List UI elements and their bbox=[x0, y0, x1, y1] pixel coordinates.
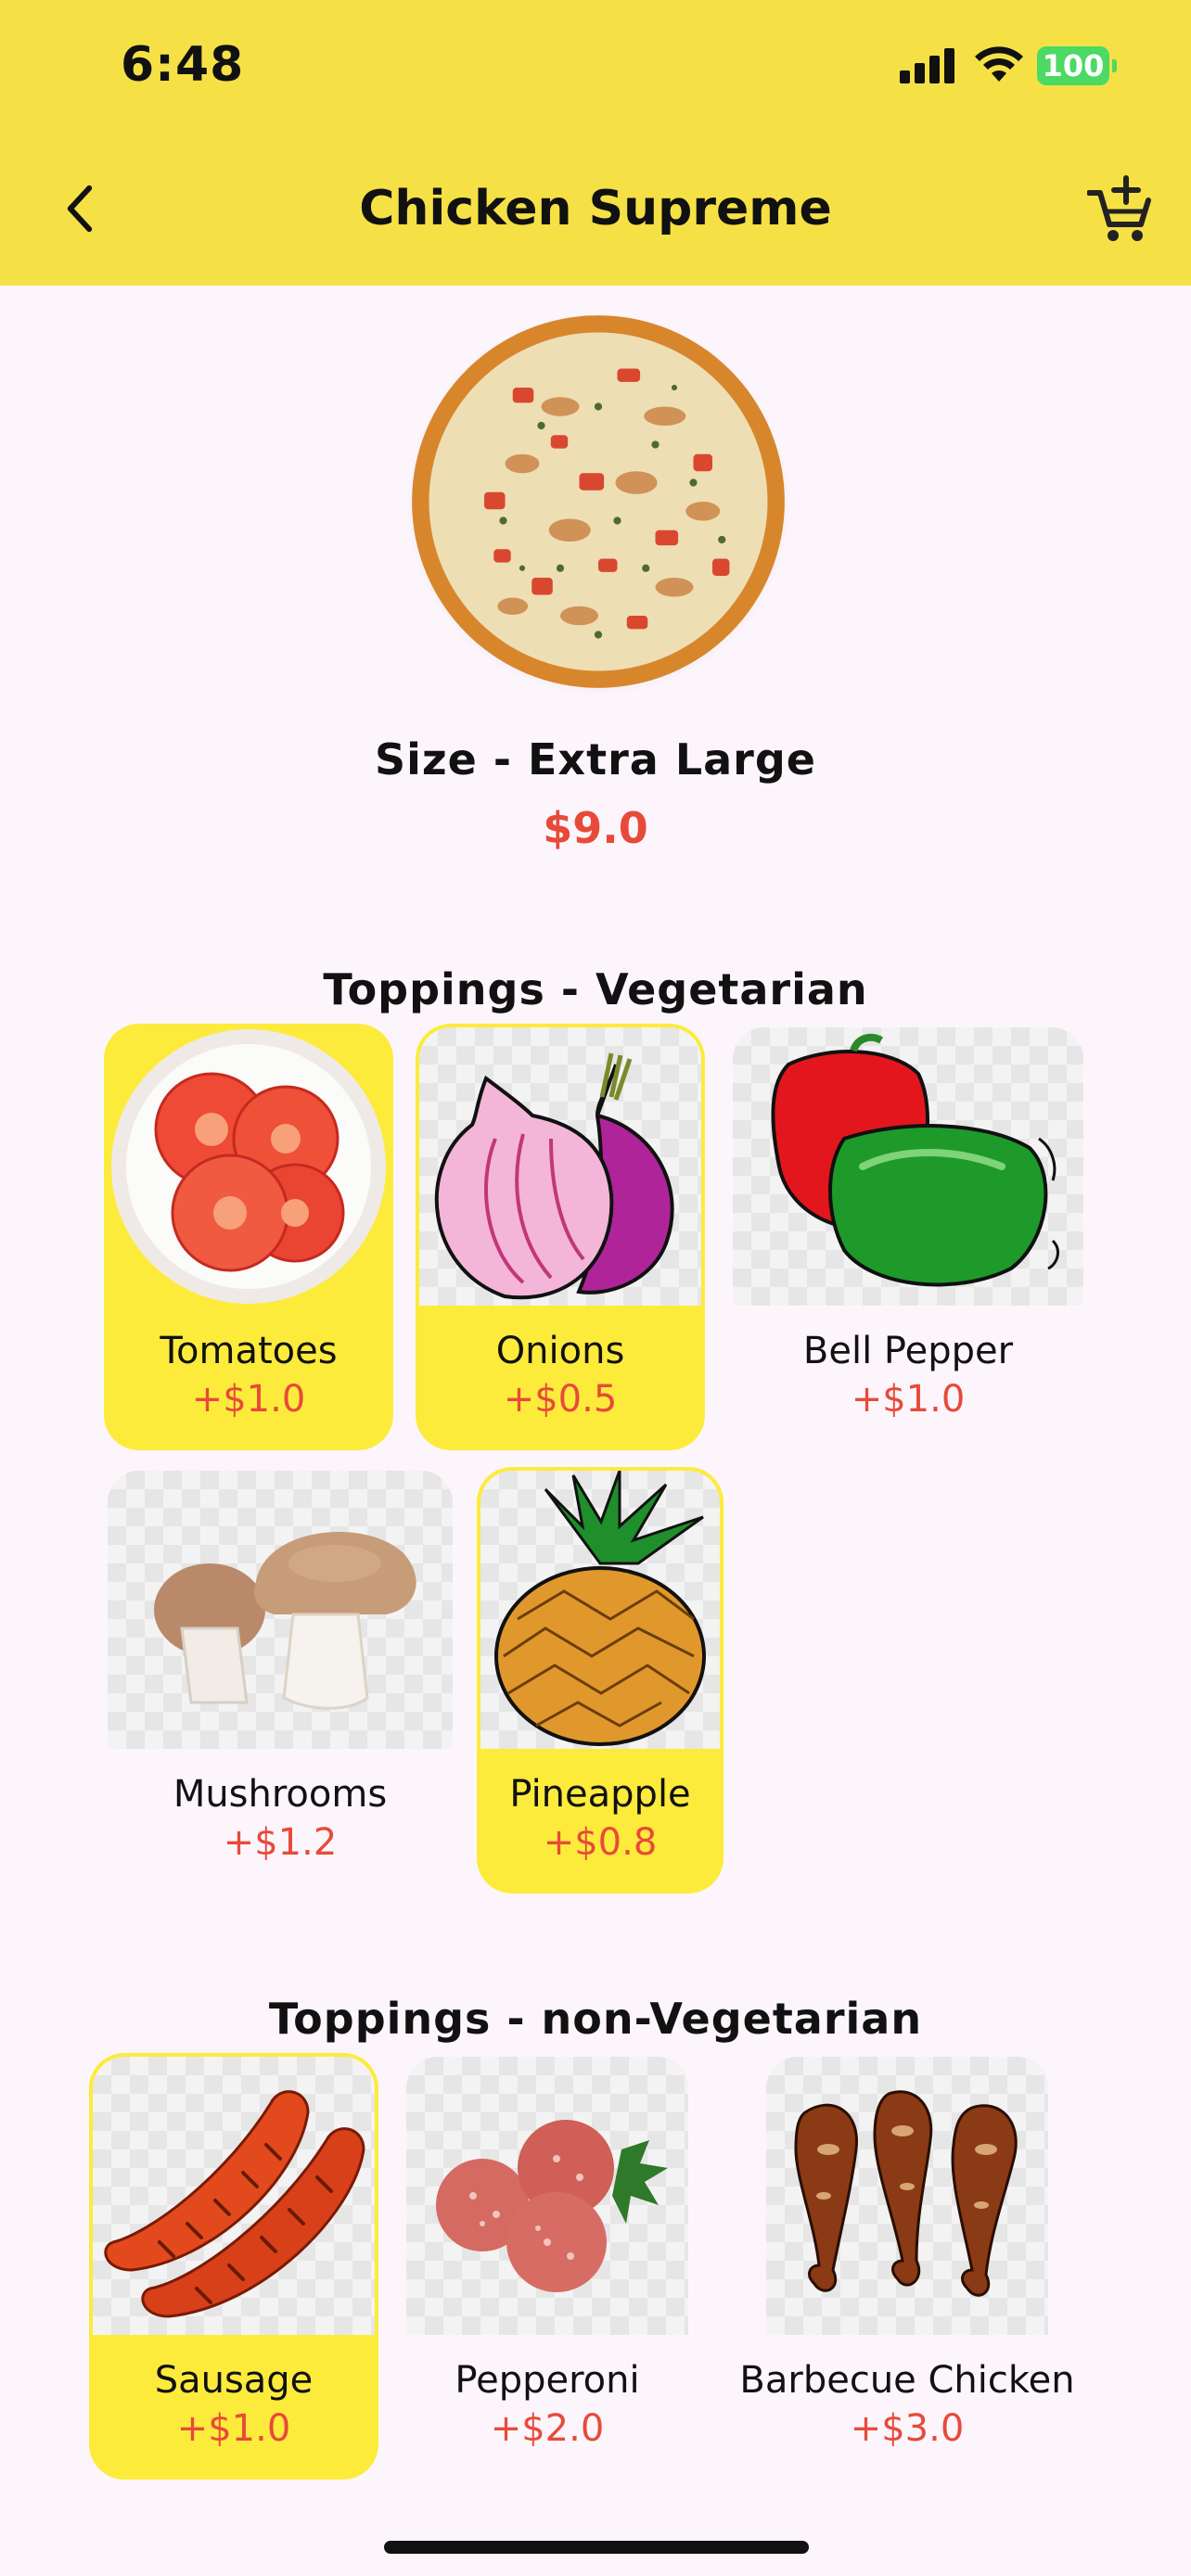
topping-price: +$1.2 bbox=[223, 1821, 338, 1864]
bbq-chicken-icon bbox=[766, 2057, 1048, 2335]
onion-icon bbox=[419, 1027, 701, 1306]
topping-name: Tomatoes bbox=[160, 1330, 338, 1372]
topping-name: Sausage bbox=[154, 2359, 314, 2402]
pineapple-icon bbox=[480, 1471, 720, 1749]
topping-name: Mushrooms bbox=[173, 1773, 388, 1816]
topping-card-pineapple[interactable]: Pineapple +$0.8 bbox=[477, 1467, 724, 1894]
page-title: Chicken Supreme bbox=[359, 181, 832, 236]
status-time: 6:48 bbox=[121, 37, 245, 93]
wifi-icon bbox=[972, 43, 1026, 83]
tomato-icon bbox=[108, 1027, 390, 1306]
add-cart-icon bbox=[1086, 175, 1151, 241]
topping-price: +$1.0 bbox=[191, 1378, 306, 1421]
add-to-cart-button[interactable] bbox=[1086, 172, 1152, 243]
topping-card-tomatoes[interactable]: Tomatoes +$1.0 bbox=[104, 1024, 393, 1450]
base-price: $9.0 bbox=[543, 803, 648, 853]
topping-card-bell-pepper[interactable]: Bell Pepper +$1.0 bbox=[729, 1024, 1087, 1450]
topping-name: Onions bbox=[495, 1330, 625, 1372]
topping-name: Pepperoni bbox=[455, 2359, 640, 2402]
topping-name: Barbecue Chicken bbox=[739, 2359, 1075, 2402]
topping-price: +$1.0 bbox=[851, 1378, 966, 1421]
bell-pepper-icon bbox=[733, 1027, 1083, 1306]
size-label: Size - Extra Large bbox=[375, 734, 816, 784]
app-header: 6:48 100 Chicken Supreme bbox=[0, 0, 1191, 286]
section-title-vegetarian: Toppings - Vegetarian bbox=[323, 964, 868, 1014]
pizza-image bbox=[380, 293, 816, 710]
back-button[interactable] bbox=[54, 176, 106, 241]
topping-card-mushrooms[interactable]: Mushrooms +$1.2 bbox=[104, 1467, 456, 1894]
battery-icon: 100 bbox=[1037, 46, 1117, 85]
chevron-left-icon bbox=[67, 185, 93, 233]
topping-card-pepperoni[interactable]: Pepperoni +$2.0 bbox=[403, 2053, 692, 2480]
topping-name: Bell Pepper bbox=[802, 1330, 1014, 1372]
home-indicator[interactable] bbox=[384, 2541, 809, 2554]
topping-price: +$3.0 bbox=[850, 2407, 965, 2450]
section-title-non-vegetarian: Toppings - non-Vegetarian bbox=[268, 1994, 923, 2044]
topping-name: Pineapple bbox=[509, 1773, 691, 1816]
topping-price: +$2.0 bbox=[490, 2407, 605, 2450]
topping-card-barbecue-chicken[interactable]: Barbecue Chicken +$3.0 bbox=[725, 2053, 1089, 2480]
sausage-icon bbox=[93, 2057, 375, 2335]
topping-card-onions[interactable]: Onions +$0.5 bbox=[416, 1024, 705, 1450]
cellular-signal-icon bbox=[900, 48, 957, 83]
pepperoni-icon bbox=[406, 2057, 688, 2335]
mushroom-icon bbox=[108, 1471, 453, 1749]
battery-level: 100 bbox=[1042, 48, 1105, 83]
topping-price: +$0.8 bbox=[543, 1821, 658, 1864]
topping-price: +$0.5 bbox=[503, 1378, 618, 1421]
topping-card-sausage[interactable]: Sausage +$1.0 bbox=[89, 2053, 378, 2480]
topping-price: +$1.0 bbox=[176, 2407, 291, 2450]
